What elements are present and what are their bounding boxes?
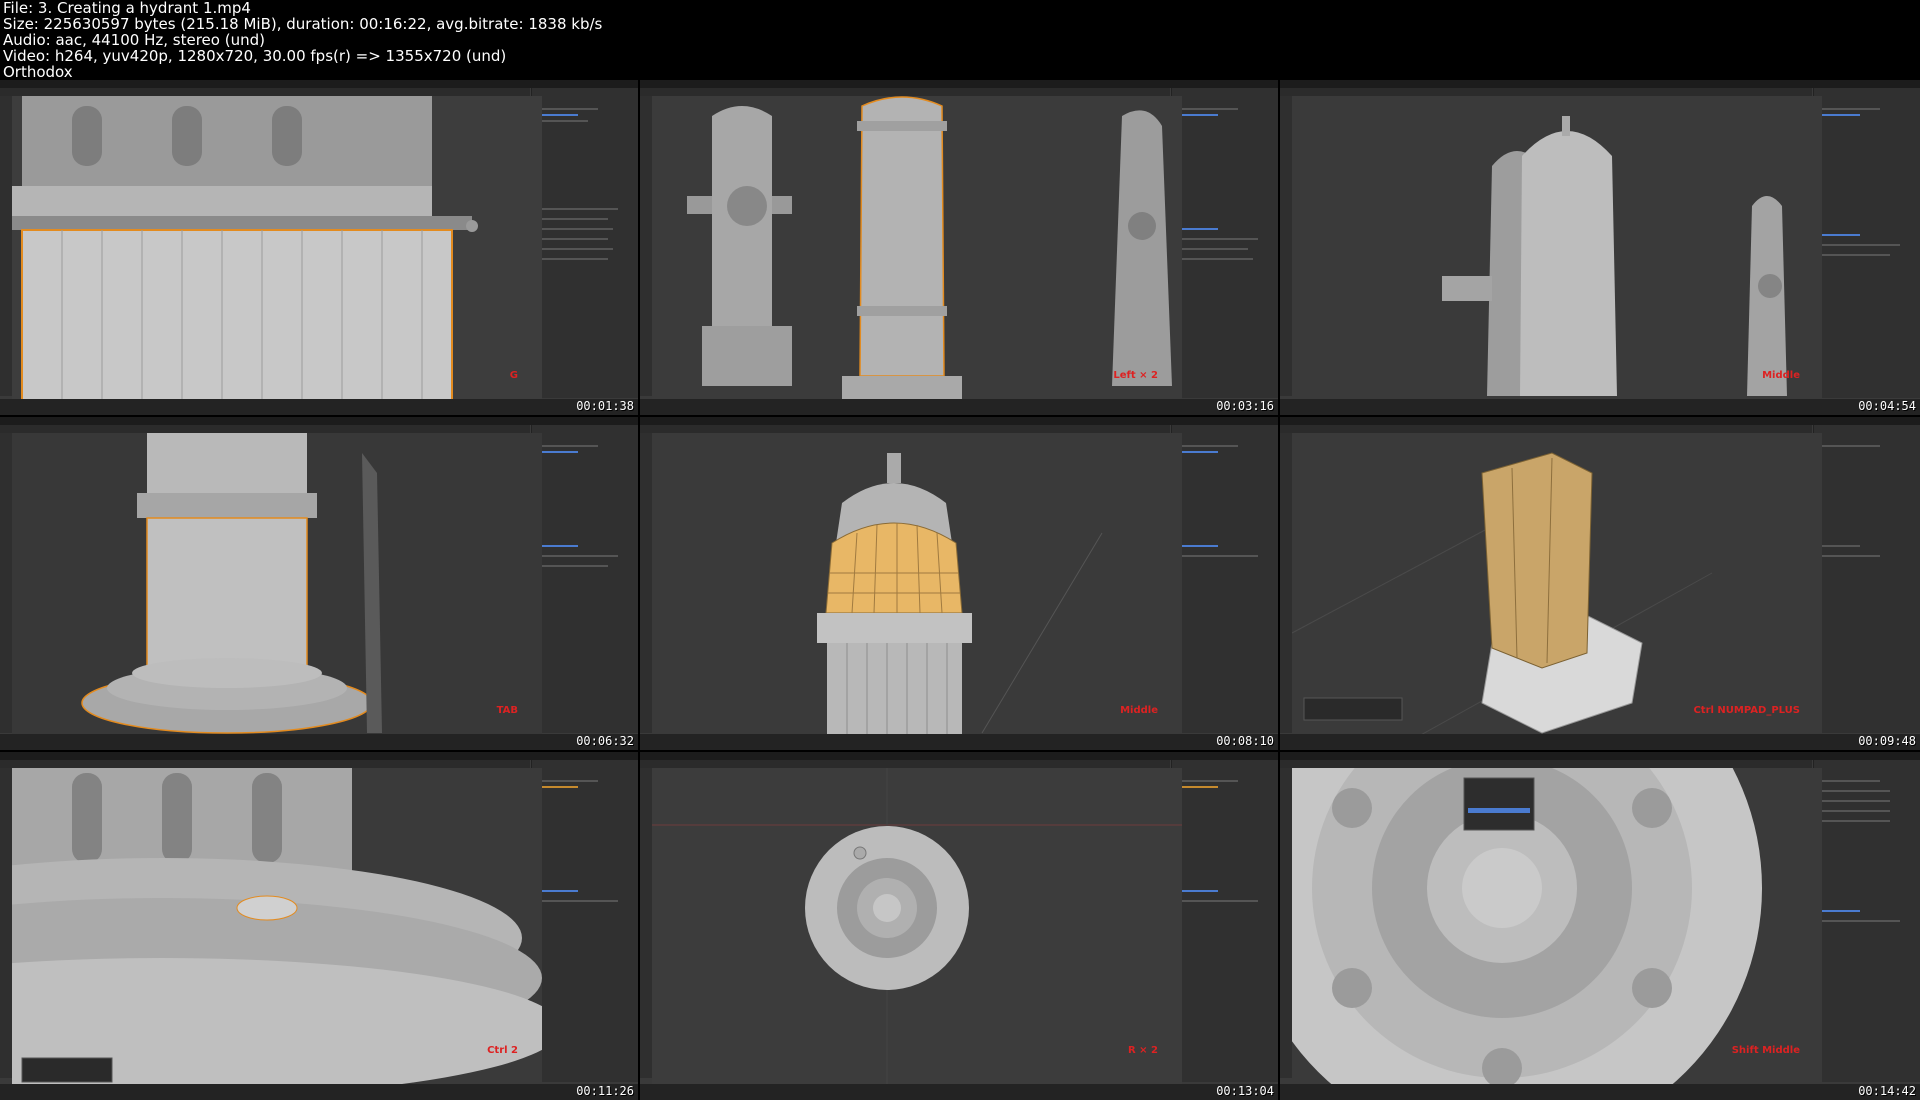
thumbnail-grid: G 00:01:38 Left × 2 00:03:16 Middle 00:0… <box>0 80 1920 1100</box>
toolbar <box>0 433 12 733</box>
key-indicator-1: G <box>509 370 518 381</box>
thumbnail-7[interactable]: Ctrl 2 00:11:26 <box>0 752 638 1100</box>
viewport-render <box>1292 96 1822 415</box>
timestamp-6: 00:09:48 <box>1858 734 1916 748</box>
toolbar <box>1280 768 1292 1078</box>
menu-bar <box>0 752 638 760</box>
menu-bar <box>0 80 638 88</box>
timestamp-9: 00:14:42 <box>1858 1084 1916 1098</box>
toolbar <box>640 433 652 733</box>
timeline <box>640 734 1278 750</box>
timeline <box>640 1084 1278 1100</box>
toolbar <box>1280 96 1292 396</box>
thumbnail-1[interactable]: G 00:01:38 <box>0 80 638 415</box>
viewport-render <box>12 768 542 1098</box>
properties-panel <box>531 425 638 733</box>
timeline <box>1280 734 1920 750</box>
properties-panel <box>1813 88 1920 398</box>
viewport-render <box>652 768 1182 1098</box>
file-size: Size: 225630597 bytes (215.18 MiB), dura… <box>3 15 603 33</box>
timeline <box>0 399 638 415</box>
key-indicator-4: TAB <box>496 705 518 716</box>
viewport-header <box>1280 760 1812 768</box>
viewport-header <box>640 425 1170 433</box>
key-indicator-3: Middle <box>1762 370 1800 381</box>
toolbar <box>0 96 12 396</box>
toolbar <box>0 768 12 1078</box>
timestamp-4: 00:06:32 <box>576 734 634 748</box>
viewport-render <box>12 433 542 750</box>
viewport-header <box>640 760 1170 768</box>
viewport-header <box>0 760 530 768</box>
properties-panel <box>531 760 638 1082</box>
viewport-render <box>652 433 1182 750</box>
toolbar <box>640 768 652 1078</box>
timestamp-1: 00:01:38 <box>576 399 634 413</box>
properties-panel <box>1171 760 1278 1082</box>
properties-panel <box>1813 425 1920 733</box>
menu-bar <box>640 417 1278 425</box>
viewport-header <box>1280 425 1812 433</box>
thumbnail-4[interactable]: TAB 00:06:32 <box>0 417 638 750</box>
audio-info: Audio: aac, 44100 Hz, stereo (und) <box>3 31 265 49</box>
viewport-header <box>0 88 530 96</box>
toolbar <box>1280 433 1292 733</box>
timeline <box>640 399 1278 415</box>
viewport-header <box>640 88 1170 96</box>
timeline <box>0 1084 638 1100</box>
key-indicator-9: Shift Middle <box>1731 1045 1800 1056</box>
viewport-header <box>0 425 530 433</box>
key-indicator-6: Ctrl NUMPAD_PLUS <box>1693 705 1800 716</box>
timestamp-7: 00:11:26 <box>576 1084 634 1098</box>
viewport-render <box>652 96 1182 415</box>
menu-bar <box>0 417 638 425</box>
thumbnail-8[interactable]: R × 2 00:13:04 <box>640 752 1278 1100</box>
timestamp-8: 00:13:04 <box>1216 1084 1274 1098</box>
viewport-render <box>12 96 542 415</box>
file-name: File: 3. Creating a hydrant 1.mp4 <box>3 0 251 17</box>
properties-panel <box>531 88 638 398</box>
file-info-header: File: 3. Creating a hydrant 1.mp4 Size: … <box>0 0 1920 80</box>
thumbnail-2[interactable]: Left × 2 00:03:16 <box>640 80 1278 415</box>
key-indicator-7: Ctrl 2 <box>487 1045 518 1056</box>
thumbnail-6[interactable]: Ctrl NUMPAD_PLUS 00:09:48 <box>1280 417 1920 750</box>
video-info: Video: h264, yuv420p, 1280x720, 30.00 fp… <box>3 47 507 65</box>
thumbnail-9[interactable]: Shift Middle 00:14:42 <box>1280 752 1920 1100</box>
timeline <box>1280 1084 1920 1100</box>
timestamp-3: 00:04:54 <box>1858 399 1916 413</box>
menu-bar <box>1280 752 1920 760</box>
menu-bar <box>1280 80 1920 88</box>
key-indicator-2: Left × 2 <box>1113 370 1158 381</box>
toolbar <box>640 96 652 396</box>
properties-panel <box>1813 760 1920 1082</box>
key-indicator-5: Middle <box>1120 705 1158 716</box>
thumbnail-3[interactable]: Middle 00:04:54 <box>1280 80 1920 415</box>
viewport-header <box>1280 88 1812 96</box>
menu-bar <box>640 80 1278 88</box>
key-indicator-8: R × 2 <box>1128 1045 1158 1056</box>
viewport-render <box>1292 433 1822 750</box>
properties-panel <box>1171 425 1278 733</box>
properties-panel <box>1171 88 1278 398</box>
timestamp-2: 00:03:16 <box>1216 399 1274 413</box>
menu-bar <box>1280 417 1920 425</box>
thumbnail-5[interactable]: Middle 00:08:10 <box>640 417 1278 750</box>
author-name: Orthodox <box>3 63 73 81</box>
timeline <box>1280 399 1920 415</box>
menu-bar <box>640 752 1278 760</box>
timeline <box>0 734 638 750</box>
timestamp-5: 00:08:10 <box>1216 734 1274 748</box>
